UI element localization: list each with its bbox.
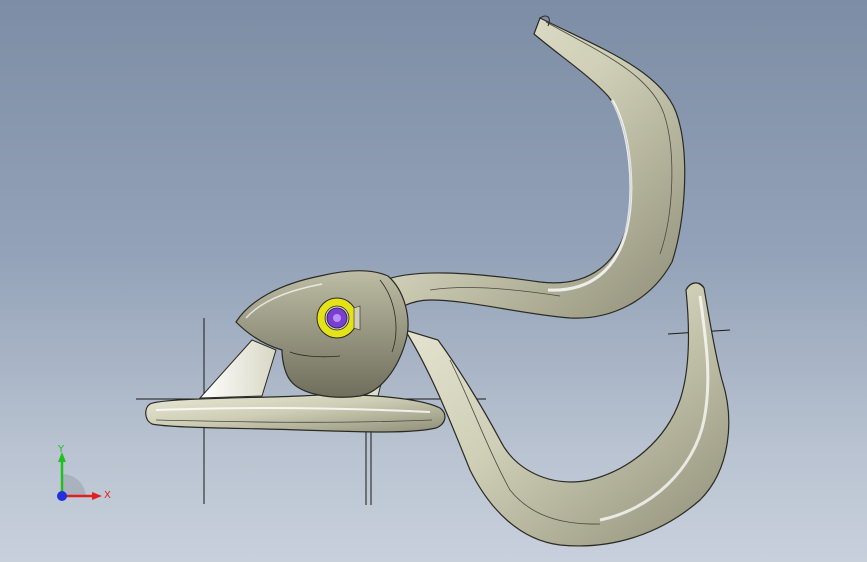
cad-viewport[interactable]: Y X bbox=[0, 0, 867, 562]
axis-triad: Y X bbox=[57, 444, 111, 501]
y-axis-label: Y bbox=[57, 444, 65, 455]
lower-jaw bbox=[145, 394, 446, 433]
lower-handle bbox=[403, 282, 730, 547]
upper-handle bbox=[379, 15, 686, 320]
clamp-model[interactable] bbox=[0, 0, 867, 562]
z-axis-icon bbox=[57, 491, 67, 501]
x-axis-label: X bbox=[104, 490, 111, 501]
